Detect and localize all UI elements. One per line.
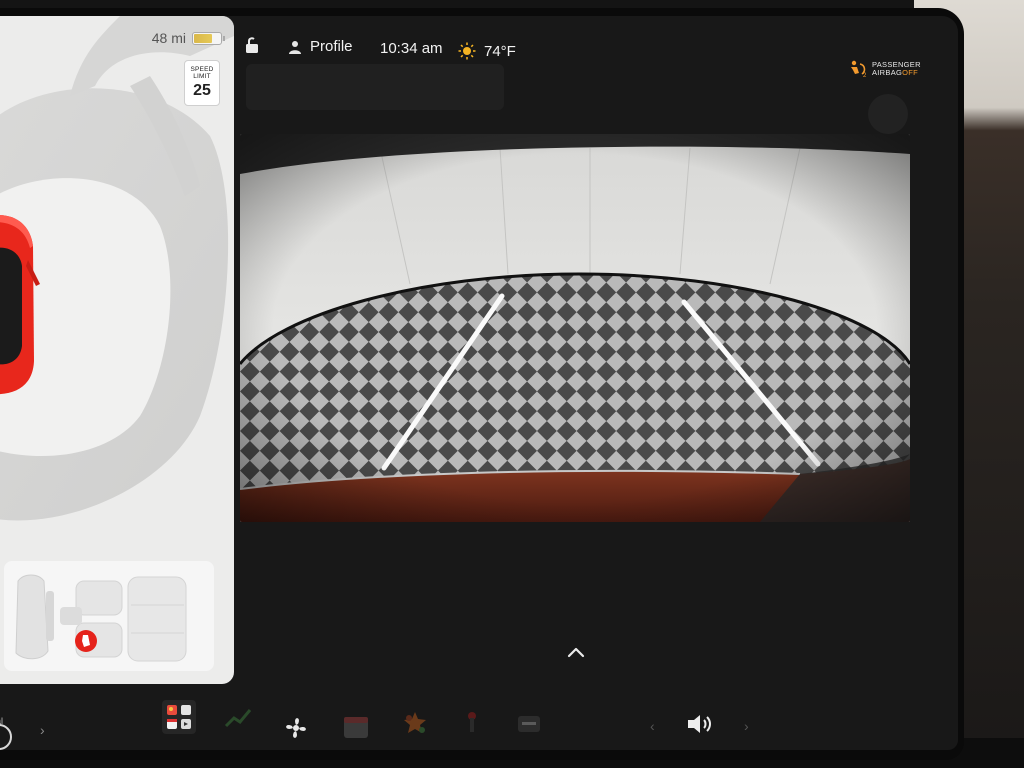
speed-limit-label: SPEED LIMIT [190,66,214,80]
rear-camera-view[interactable] [240,134,910,522]
map-settings-button[interactable] [868,94,908,134]
passenger-airbag-icon: 2 [851,60,867,78]
rear-camera-feed [240,134,910,522]
vehicle-visualization-panel: 48 mi SPEED LIMIT 25 [0,16,234,684]
fan-button[interactable] [282,714,310,747]
profile-label: Profile [310,38,353,55]
fan-icon [286,718,306,738]
volume-icon [688,715,711,733]
speed-limit-sign: SPEED LIMIT 25 [184,60,220,106]
seat-occupancy-card[interactable] [4,561,214,671]
joystick-icon [468,712,476,732]
airbag-status-text: PASSENGER AIRBAGOFF [872,61,921,77]
app-launcher-button[interactable] [162,700,196,739]
toybox-button[interactable] [400,710,430,743]
person-icon [289,40,301,54]
dock-app-faded[interactable] [224,706,252,735]
dashboard-outline [46,591,54,641]
airbag-line2: AIRBAG [872,68,903,77]
sun-icon [458,42,476,60]
dock-app-gray[interactable] [516,712,542,741]
battery-range: 48 mi [151,30,225,46]
toybox-icon [404,712,426,733]
range-value: 48 mi [151,30,186,46]
battery-icon [192,31,225,45]
center-console [60,607,82,625]
seat-map [15,574,187,662]
navigation-search-bar[interactable] [246,64,504,110]
rear-seats [127,576,187,662]
chart-icon [224,709,252,728]
time-value: 10:34 am [380,40,443,57]
passenger-occupant-warning-icon [75,630,97,652]
volume-down-chevron-icon[interactable]: ‹ [650,718,655,734]
chevron-up-icon[interactable] [566,646,586,658]
temperature-chevron-icon[interactable]: › [40,722,45,738]
gear-selector-icon[interactable] [0,724,12,750]
app-launcher-icon [162,700,196,734]
weather-display: 74°F [458,42,516,60]
door-outline [15,574,49,660]
calendar-icon [344,717,368,738]
profile-button[interactable]: Profile [288,38,353,55]
calendar-button[interactable] [342,714,370,745]
clock: 10:34 am [380,40,443,57]
passenger-airbag-indicator: 2 PASSENGER AIRBAGOFF [848,60,921,78]
dock-app-red[interactable] [464,710,480,741]
unlock-icon[interactable] [244,36,260,54]
speed-limit-value: 25 [193,82,211,99]
dashcam-icon [518,716,540,732]
svg-text:2: 2 [863,73,867,78]
airbag-state: OFF [902,68,919,77]
driver-seat [75,580,123,616]
volume-button[interactable] [686,712,716,741]
volume-up-chevron-icon[interactable]: › [744,718,749,734]
touchscreen: 48 mi SPEED LIMIT 25 Profile 10:34 am 74… [0,16,958,750]
bottom-dock: al › [0,684,958,750]
temperature-value: 74°F [484,42,516,60]
